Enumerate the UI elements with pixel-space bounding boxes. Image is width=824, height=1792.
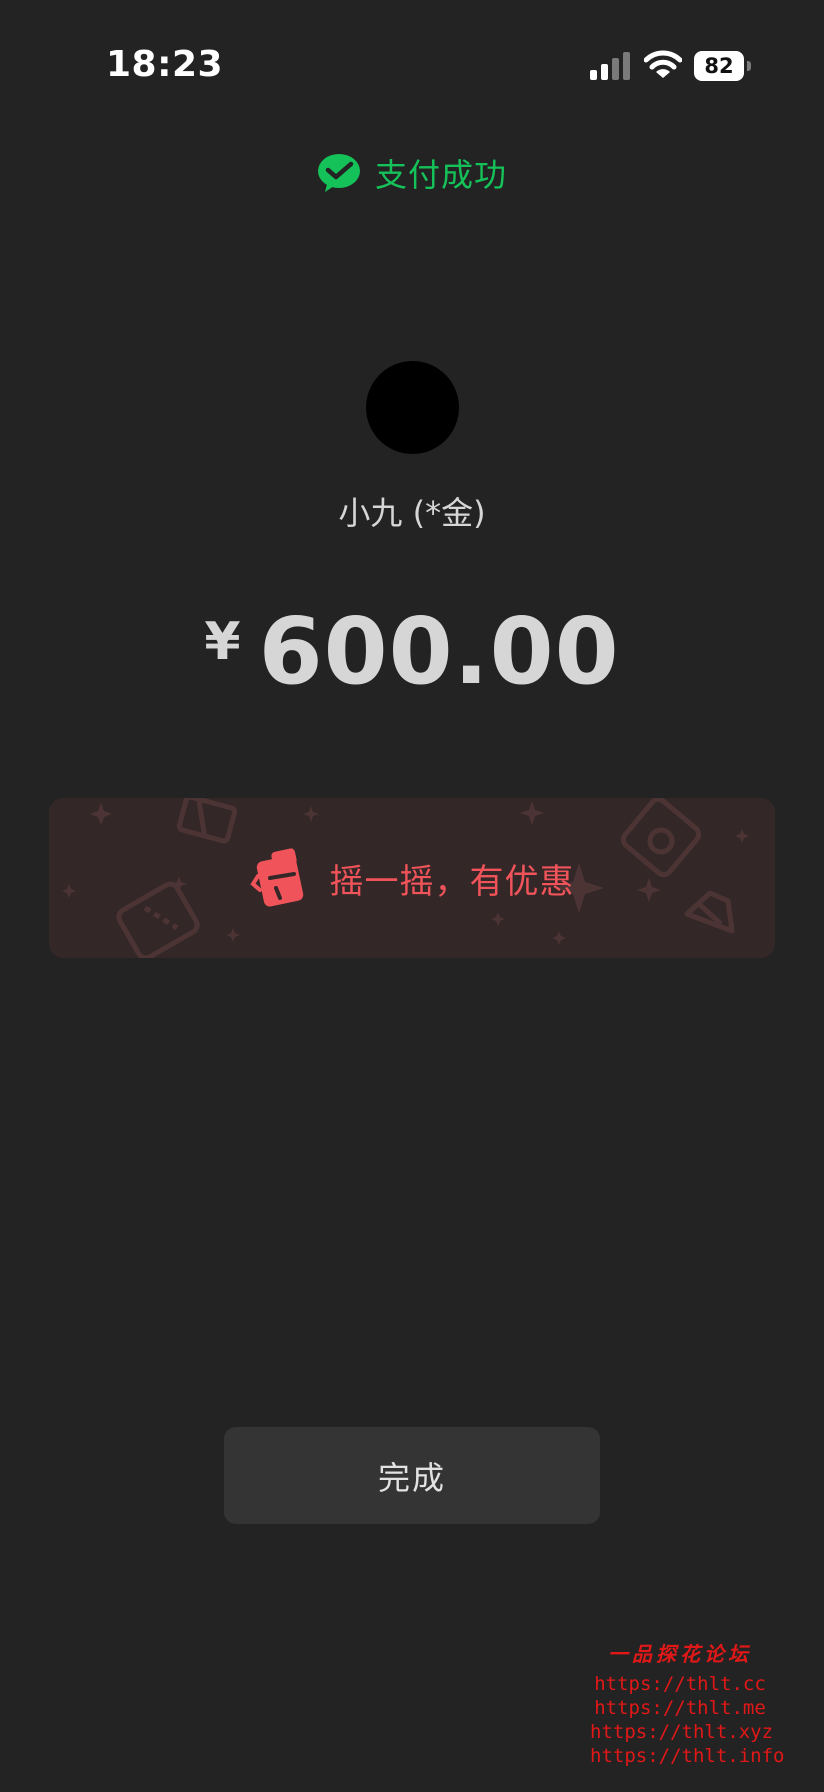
battery-icon: 82 — [694, 51, 752, 81]
payment-amount: ¥ 600.00 — [0, 598, 824, 705]
battery-tip — [747, 61, 751, 71]
shake-promo-banner[interactable]: 摇一摇，有优惠 — [49, 798, 775, 958]
avatar — [366, 361, 459, 454]
watermark-link: https://thlt.info — [590, 1745, 785, 1767]
payee-name: 小九 (*金) — [338, 494, 486, 532]
signal-icon — [590, 52, 630, 80]
done-button[interactable]: 完成 — [224, 1427, 600, 1524]
status-bar: 18:23 82 — [0, 0, 824, 130]
watermark-link: https://thlt.xyz — [590, 1721, 774, 1743]
payment-success-header: 支付成功 — [0, 150, 824, 196]
watermark: 一品探花论坛 https://thlt.cc https://thlt.me h… — [590, 1640, 785, 1768]
watermark-link: https://thlt.me — [594, 1697, 766, 1719]
status-time: 18:23 — [106, 44, 224, 85]
payment-success-text: 支付成功 — [374, 156, 507, 194]
shake-icon — [249, 848, 303, 907]
watermark-title: 一品探花论坛 — [608, 1642, 752, 1666]
watermark-link: https://thlt.cc — [594, 1673, 766, 1695]
promo-content: 摇一摇，有优惠 — [49, 798, 775, 958]
currency-symbol: ¥ — [204, 612, 241, 672]
battery-level: 82 — [704, 54, 734, 78]
wechat-pay-icon — [317, 154, 360, 192]
promo-text: 摇一摇，有优惠 — [329, 861, 575, 902]
wifi-icon — [644, 50, 682, 78]
amount-value: 600.00 — [258, 598, 620, 705]
